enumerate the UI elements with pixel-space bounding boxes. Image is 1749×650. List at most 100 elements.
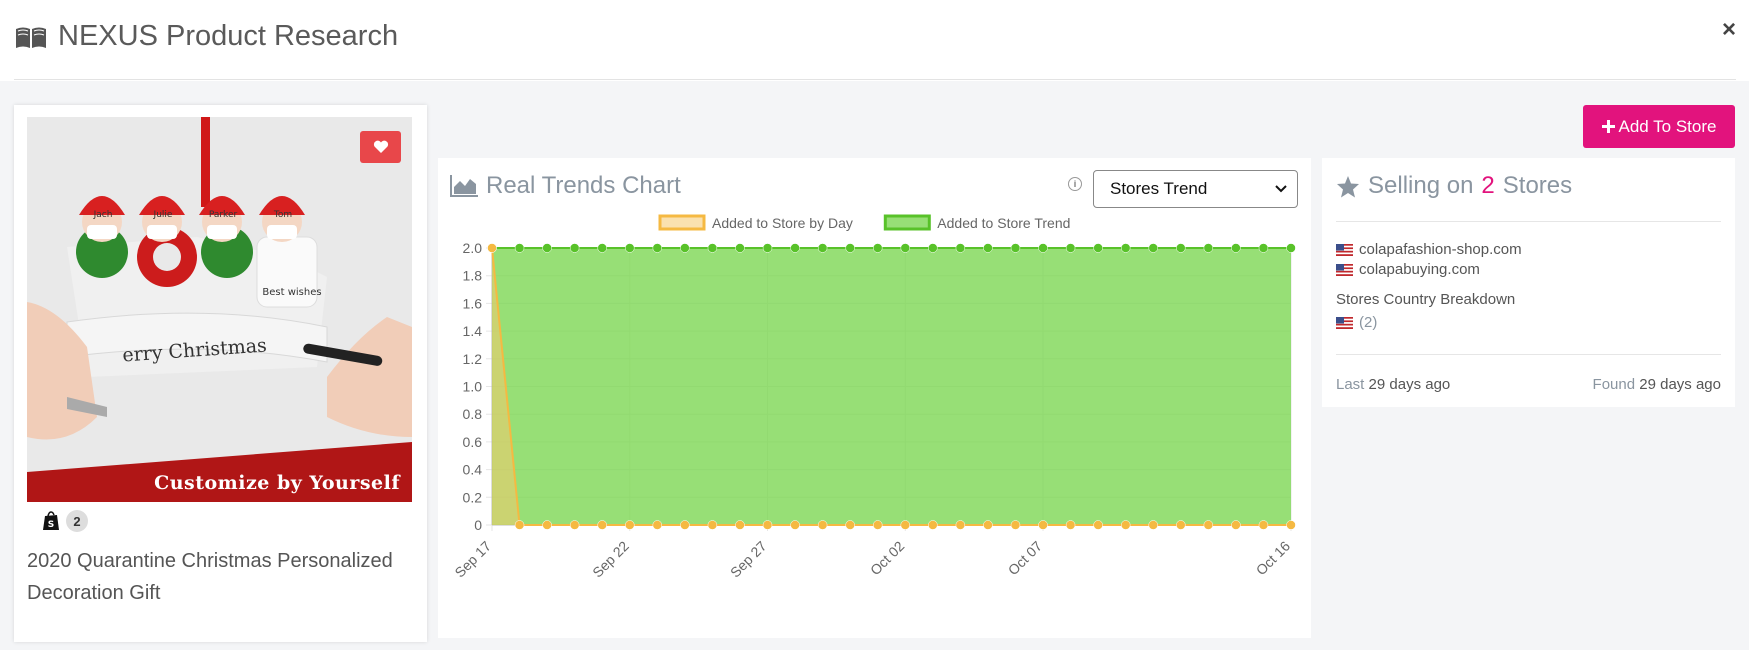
- product-card: Jach Julie Parker Tom Best wishes erry C…: [14, 105, 427, 642]
- data-point: [1176, 520, 1186, 530]
- favorite-button[interactable]: [360, 131, 401, 163]
- data-point: [1038, 520, 1048, 530]
- data-point: [1148, 243, 1158, 253]
- data-point: [955, 243, 966, 253]
- y-tick-label: 1.4: [463, 323, 483, 339]
- stores-heading-prefix: Selling on: [1368, 172, 1474, 199]
- trends-chart-card: Real Trends Chart i Stores Trend Added t…: [438, 158, 1311, 638]
- trends-chart: Added to Store by Day Added to Store Tren…: [451, 214, 1296, 581]
- data-point: [542, 243, 552, 253]
- y-tick-label: 1.6: [463, 295, 483, 311]
- data-point: [1010, 520, 1021, 530]
- data-point: [680, 243, 690, 253]
- data-point: [1286, 243, 1296, 253]
- data-point: [790, 243, 800, 253]
- store-domain: colapabuying.com: [1359, 261, 1480, 278]
- data-point: [735, 243, 745, 253]
- y-tick-label: 1.8: [463, 268, 483, 284]
- data-point: [652, 243, 663, 253]
- data-point: [872, 243, 883, 253]
- product-image[interactable]: Jach Julie Parker Tom Best wishes erry C…: [27, 117, 412, 502]
- data-point: [569, 243, 580, 253]
- store-domain: colapafashion-shop.com: [1359, 241, 1522, 258]
- shopify-icon: S: [43, 511, 59, 530]
- data-point: [569, 520, 580, 530]
- data-point: [680, 520, 690, 530]
- page-title-text: NEXUS Product Research: [58, 20, 399, 52]
- x-tick-label: Oct 16: [1253, 538, 1294, 579]
- country-count: (2): [1359, 314, 1378, 331]
- data-point: [983, 243, 993, 253]
- data-point: [707, 520, 718, 530]
- store-item[interactable]: colapafashion-shop.com: [1336, 241, 1522, 258]
- data-point: [1065, 243, 1076, 253]
- x-tick-label: Oct 07: [1005, 538, 1046, 579]
- data-point: [872, 520, 883, 530]
- legend-label: Added to Store by Day: [712, 215, 853, 231]
- ornament-side-text: Best wishes: [262, 287, 321, 298]
- data-point: [1258, 520, 1269, 530]
- y-tick-label: 0.2: [463, 489, 483, 505]
- stores-card: Selling on 2 Stores colapafashion-shop.c…: [1322, 158, 1735, 407]
- data-point: [1093, 520, 1103, 530]
- y-tick-label: 0.4: [463, 462, 483, 478]
- y-tick-label: 0.8: [463, 406, 483, 422]
- ornament-name-4: Tom: [273, 210, 292, 220]
- data-point: [845, 243, 855, 253]
- data-point: [735, 520, 745, 530]
- x-tick-label: Sep 22: [589, 538, 632, 581]
- data-point: [1203, 243, 1214, 253]
- data-point: [1203, 520, 1214, 530]
- data-point: [1038, 243, 1048, 253]
- first-found: Found 29 days ago: [1593, 376, 1721, 393]
- data-point: [762, 243, 773, 253]
- store-count-badge: 2: [66, 510, 88, 532]
- add-to-store-label: Add To Store: [1618, 116, 1717, 136]
- store-item[interactable]: colapabuying.com: [1336, 261, 1480, 278]
- data-point: [597, 243, 607, 253]
- stores-divider-top: [1336, 221, 1721, 222]
- book-icon: [16, 27, 46, 48]
- trend-type-value: Stores Trend: [1110, 179, 1208, 198]
- area-chart-icon: [450, 175, 478, 197]
- chart-heading: Real Trends Chart: [450, 172, 681, 200]
- data-point: [1010, 243, 1021, 253]
- trend-type-select[interactable]: Stores Trend: [1093, 170, 1298, 208]
- close-button[interactable]: ×: [1722, 16, 1736, 44]
- info-icon[interactable]: i: [1068, 177, 1082, 191]
- data-point: [762, 520, 773, 530]
- chart-heading-text: Real Trends Chart: [486, 172, 681, 199]
- data-point: [790, 520, 800, 530]
- legend-label: Added to Store Trend: [937, 215, 1070, 231]
- y-tick-label: 2.0: [463, 240, 483, 256]
- data-point: [1231, 243, 1241, 253]
- y-tick-label: 1.0: [463, 379, 483, 395]
- ornament-name-2: Julie: [153, 210, 173, 220]
- product-title: 2020 Quarantine Christmas Personalized D…: [27, 550, 393, 604]
- add-to-store-button[interactable]: Add To Store: [1583, 105, 1735, 148]
- data-point: [1176, 243, 1186, 253]
- last-seen: Last 29 days ago: [1336, 376, 1450, 393]
- y-tick-label: 1.2: [463, 351, 483, 367]
- stores-heading-suffix: Stores: [1502, 172, 1573, 199]
- data-point: [514, 520, 525, 530]
- data-point: [983, 520, 993, 530]
- y-tick-label: 0: [474, 517, 482, 533]
- us-flag-icon: [1336, 263, 1353, 276]
- breakdown-label: Stores Country Breakdown: [1336, 291, 1516, 308]
- data-point: [1120, 520, 1131, 530]
- ornament-name-3: Parker: [209, 210, 238, 220]
- legend-swatch: [883, 214, 931, 231]
- us-flag-icon: [1336, 243, 1353, 256]
- series-area: [492, 248, 1291, 525]
- data-point: [1231, 520, 1241, 530]
- legend-swatch: [658, 214, 706, 231]
- data-point: [1120, 243, 1131, 253]
- data-point: [542, 520, 552, 530]
- data-point: [928, 243, 938, 253]
- data-point: [817, 520, 828, 530]
- found-value: 29 days ago: [1639, 376, 1721, 393]
- data-point: [1093, 243, 1103, 253]
- product-banner-text: Customize by Yourself: [154, 472, 400, 494]
- data-point: [625, 243, 635, 253]
